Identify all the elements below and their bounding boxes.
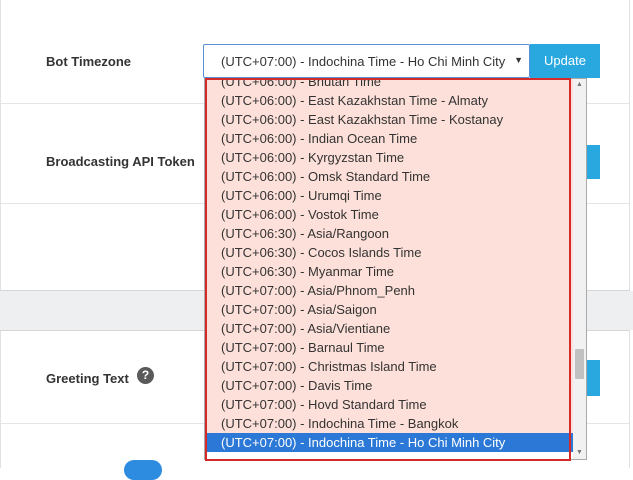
timezone-option[interactable]: (UTC+06:00) - Bhutan Time	[205, 79, 575, 91]
timezone-option[interactable]: (UTC+07:00) - Asia/Saigon	[205, 300, 575, 319]
timezone-option[interactable]: (UTC+06:00) - East Kazakhstan Time - Alm…	[205, 91, 575, 110]
timezone-select[interactable]: (UTC+07:00) - Indochina Time - Ho Chi Mi…	[203, 44, 530, 78]
timezone-option[interactable]: (UTC+06:00) - Kyrgyzstan Time	[205, 148, 575, 167]
timezone-select-value: (UTC+07:00) - Indochina Time - Ho Chi Mi…	[221, 54, 506, 69]
help-circle-icon[interactable]: ?	[137, 367, 154, 384]
timezone-option[interactable]: (UTC+06:00) - Omsk Standard Time	[205, 167, 575, 186]
scroll-up-icon[interactable]: ▲	[573, 79, 586, 91]
timezone-option[interactable]: (UTC+07:00) - Indochina Time - Ho Chi Mi…	[205, 433, 575, 452]
timezone-option[interactable]: (UTC+06:00) - Indian Ocean Time	[205, 129, 575, 148]
scroll-thumb[interactable]	[575, 349, 584, 379]
timezone-dropdown-list[interactable]: (UTC+06:00) - Bhutan Time (UTC+06:00) - E…	[204, 78, 587, 460]
bot-timezone-label: Bot Timezone	[46, 54, 131, 69]
timezone-option[interactable]: (UTC+06:30) - Cocos Islands Time	[205, 243, 575, 262]
card2-right-border	[629, 330, 630, 468]
dropdown-scrollbar[interactable]	[573, 79, 586, 459]
timezone-option[interactable]: (UTC+06:00) - Vostok Time	[205, 205, 575, 224]
timezone-option[interactable]: (UTC+07:00) - Barnaul Time	[205, 338, 575, 357]
timezone-option[interactable]: (UTC+06:00) - East Kazakhstan Time - Kos…	[205, 110, 575, 129]
greeting-action-button[interactable]	[587, 360, 600, 396]
option-list: (UTC+06:00) - Bhutan Time (UTC+06:00) - E…	[205, 79, 575, 452]
update-button[interactable]: Update	[530, 44, 600, 78]
timezone-option[interactable]: (UTC+06:00) - Urumqi Time	[205, 186, 575, 205]
timezone-option[interactable]: (UTC+07:00) - Hovd Standard Time	[205, 395, 575, 414]
toggle-switch[interactable]	[124, 460, 162, 480]
timezone-option[interactable]: (UTC+07:00) - Davis Time	[205, 376, 575, 395]
timezone-option[interactable]: (UTC+06:30) - Myanmar Time	[205, 262, 575, 281]
greeting-text-label: Greeting Text	[46, 371, 129, 386]
card-right-border	[629, 0, 630, 291]
scroll-down-icon[interactable]: ▼	[573, 447, 586, 459]
timezone-option[interactable]: (UTC+06:30) - Asia/Rangoon	[205, 224, 575, 243]
timezone-option[interactable]: (UTC+07:00) - Asia/Phnom_Penh	[205, 281, 575, 300]
card-left-border	[0, 0, 1, 291]
broadcast-token-label: Broadcasting API Token	[46, 154, 195, 169]
caret-down-icon: ▼	[514, 55, 523, 65]
card2-left-border	[0, 330, 1, 468]
timezone-option[interactable]: (UTC+07:00) - Christmas Island Time	[205, 357, 575, 376]
token-action-button[interactable]	[587, 145, 600, 179]
timezone-option[interactable]: (UTC+07:00) - Indochina Time - Bangkok	[205, 414, 575, 433]
timezone-option[interactable]: (UTC+07:00) - Asia/Vientiane	[205, 319, 575, 338]
